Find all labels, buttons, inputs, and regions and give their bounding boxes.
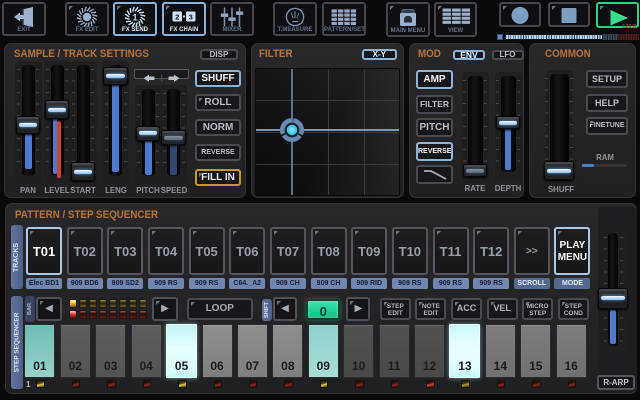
svg-text:3: 3 [189,12,193,21]
svg-text:120.0: 120.0 [622,24,636,29]
svg-text:1: 1 [132,13,137,23]
svg-text:2: 2 [175,12,179,21]
